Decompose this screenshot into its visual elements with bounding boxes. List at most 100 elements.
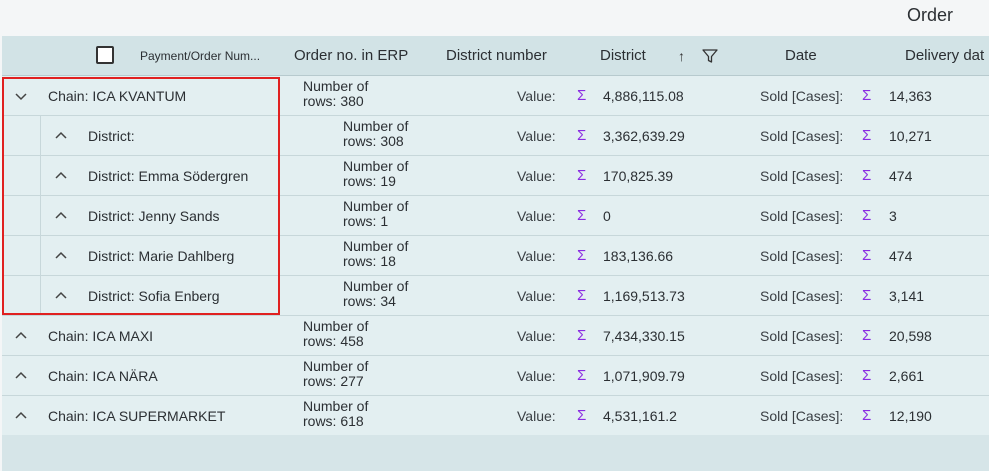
row-count: Number of rows: 380 xyxy=(303,78,369,109)
row-count: Number of rows: 34 xyxy=(343,278,409,309)
sold-total: 3 xyxy=(889,208,897,224)
sold-label: Sold [Cases]: xyxy=(760,168,844,184)
grid-footer xyxy=(2,435,989,471)
sigma-icon: Σ xyxy=(862,327,872,344)
column-header-date[interactable]: Date xyxy=(785,36,817,76)
chevron-down-icon[interactable] xyxy=(12,87,30,105)
value-label: Value: xyxy=(517,168,556,184)
group-label: Chain: ICA NÄRA xyxy=(48,368,158,384)
sigma-icon: Σ xyxy=(862,167,872,184)
sold-label: Sold [Cases]: xyxy=(760,248,844,264)
sold-label: Sold [Cases]: xyxy=(760,408,844,424)
column-group-header: Order xyxy=(0,0,989,36)
subgroup-row[interactable]: District: Marie Dahlberg Number of rows: … xyxy=(2,236,989,276)
sigma-icon: Σ xyxy=(862,127,872,144)
value-label: Value: xyxy=(517,248,556,264)
sigma-icon: Σ xyxy=(577,207,587,224)
chevron-up-icon[interactable] xyxy=(12,407,30,425)
chevron-up-icon[interactable] xyxy=(52,207,70,225)
column-header-district-number[interactable]: District number xyxy=(446,36,547,76)
subgroup-label: District: Jenny Sands xyxy=(88,208,220,224)
value-label: Value: xyxy=(517,128,556,144)
sigma-icon: Σ xyxy=(577,407,587,424)
sigma-icon: Σ xyxy=(577,87,587,104)
filter-icon[interactable] xyxy=(702,48,718,64)
row-count: Number of rows: 18 xyxy=(343,238,409,269)
chevron-up-icon[interactable] xyxy=(52,247,70,265)
sold-label: Sold [Cases]: xyxy=(760,88,844,104)
value-label: Value: xyxy=(517,288,556,304)
value-label: Value: xyxy=(517,368,556,384)
group-row-ica-kvantum[interactable]: Chain: ICA KVANTUM Number of rows: 380 Va… xyxy=(2,76,989,116)
sigma-icon: Σ xyxy=(862,287,872,304)
subgroup-row[interactable]: District: Number of rows: 308 Value: Σ 3,… xyxy=(2,116,989,156)
sold-label: Sold [Cases]: xyxy=(760,128,844,144)
value-total: 0 xyxy=(603,208,611,224)
group-row-ica-supermarket[interactable]: Chain: ICA SUPERMARKET Number of rows: 61… xyxy=(2,396,989,436)
subgroup-row[interactable]: District: Sofia Enberg Number of rows: 34… xyxy=(2,276,989,316)
chevron-up-icon[interactable] xyxy=(52,167,70,185)
value-total: 7,434,330.15 xyxy=(603,328,685,344)
column-header-erp[interactable]: Order no. in ERP xyxy=(294,36,408,76)
column-header-delivery-date[interactable]: Delivery dat xyxy=(905,36,984,76)
group-label: Chain: ICA MAXI xyxy=(48,328,154,344)
group-label: Chain: ICA SUPERMARKET xyxy=(48,408,226,424)
row-count: Number of rows: 277 xyxy=(303,358,369,389)
sold-total: 2,661 xyxy=(889,368,925,384)
value-total: 1,071,909.79 xyxy=(603,368,685,384)
row-count: Number of rows: 1 xyxy=(343,198,409,229)
group-row-ica-nara[interactable]: Chain: ICA NÄRA Number of rows: 277 Value… xyxy=(2,356,989,396)
value-total: 4,886,115.08 xyxy=(603,88,684,104)
value-total: 4,531,161.2 xyxy=(603,408,677,424)
order-group-label: Order xyxy=(906,5,953,25)
value-total: 3,362,639.29 xyxy=(603,128,685,144)
chevron-up-icon[interactable] xyxy=(52,287,70,305)
value-label: Value: xyxy=(517,408,556,424)
column-header-row: Payment/Order Num... Order no. in ERP Di… xyxy=(2,36,989,76)
column-header-district[interactable]: District xyxy=(600,36,646,76)
value-label: Value: xyxy=(517,208,556,224)
sold-label: Sold [Cases]: xyxy=(760,368,844,384)
sold-label: Sold [Cases]: xyxy=(760,208,844,224)
sigma-icon: Σ xyxy=(577,167,587,184)
row-count: Number of rows: 19 xyxy=(343,158,409,189)
sigma-icon: Σ xyxy=(577,247,587,264)
sigma-icon: Σ xyxy=(862,87,872,104)
sold-label: Sold [Cases]: xyxy=(760,328,844,344)
sold-total: 20,598 xyxy=(889,328,932,344)
chevron-up-icon[interactable] xyxy=(12,327,30,345)
subgroup-row[interactable]: District: Emma Södergren Number of rows: … xyxy=(2,156,989,196)
group-label: Chain: ICA KVANTUM xyxy=(48,88,187,104)
row-count: Number of rows: 458 xyxy=(303,318,369,349)
sigma-icon: Σ xyxy=(577,327,587,344)
sigma-icon: Σ xyxy=(862,407,872,424)
sigma-icon: Σ xyxy=(862,367,872,384)
subgroup-label: District: xyxy=(88,128,135,144)
row-count: Number of rows: 308 xyxy=(343,118,409,149)
row-count: Number of rows: 618 xyxy=(303,398,369,429)
value-total: 1,169,513.73 xyxy=(603,288,685,304)
sold-total: 3,141 xyxy=(889,288,925,304)
sold-total: 14,363 xyxy=(889,88,932,104)
value-total: 183,136.66 xyxy=(603,248,674,264)
value-label: Value: xyxy=(517,88,556,104)
sigma-icon: Σ xyxy=(862,207,872,224)
column-header-payment[interactable]: Payment/Order Num... xyxy=(140,36,260,76)
group-row-ica-maxi[interactable]: Chain: ICA MAXI Number of rows: 458 Value… xyxy=(2,316,989,356)
chevron-up-icon[interactable] xyxy=(12,367,30,385)
sold-total: 474 xyxy=(889,248,913,264)
sold-total: 12,190 xyxy=(889,408,932,424)
subgroup-label: District: Emma Södergren xyxy=(88,168,249,184)
chevron-up-icon[interactable] xyxy=(52,127,70,145)
sigma-icon: Σ xyxy=(577,127,587,144)
subgroup-label: District: Marie Dahlberg xyxy=(88,248,235,264)
select-all-checkbox[interactable] xyxy=(96,46,114,64)
sold-label: Sold [Cases]: xyxy=(760,288,844,304)
subgroup-label: District: Sofia Enberg xyxy=(88,288,220,304)
subgroup-row[interactable]: District: Jenny Sands Number of rows: 1 V… xyxy=(2,196,989,236)
sigma-icon: Σ xyxy=(577,367,587,384)
sort-ascending-icon[interactable]: ↑ xyxy=(678,36,685,76)
sold-total: 474 xyxy=(889,168,913,184)
sigma-icon: Σ xyxy=(862,247,872,264)
sigma-icon: Σ xyxy=(577,287,587,304)
